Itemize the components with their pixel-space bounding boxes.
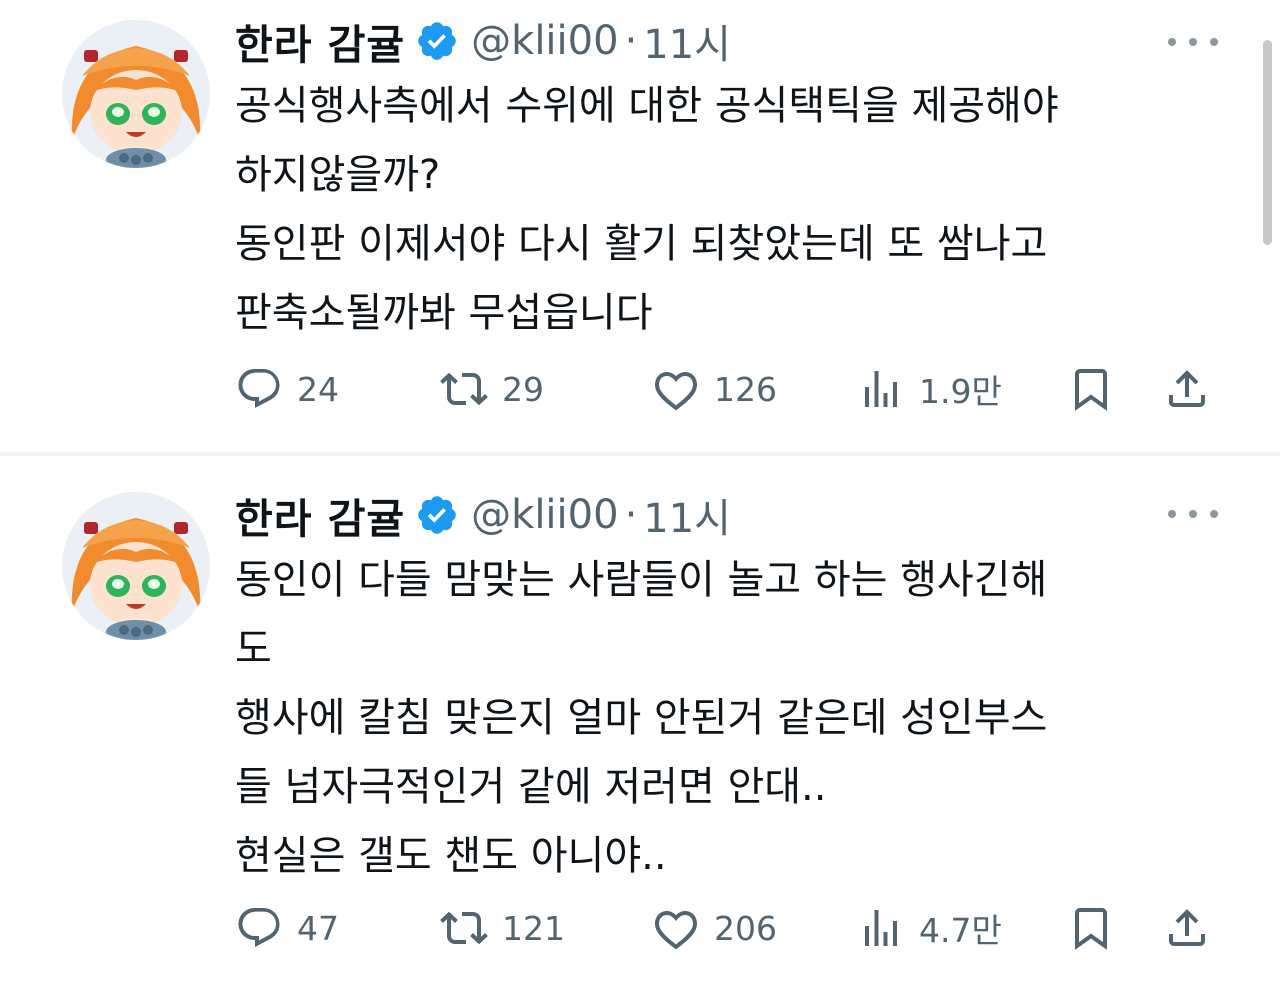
retweet-button[interactable]: 121 (440, 900, 565, 956)
avatar[interactable] (62, 492, 210, 640)
user-handle[interactable]: @klii00 (471, 18, 618, 64)
verified-badge-icon (418, 496, 456, 534)
tweet[interactable]: 한라 감귤 @klii00 · 11시 공식행사측에서 수위에 대한 공식택틱을… (0, 0, 1280, 452)
retweet-arrows-icon (440, 372, 488, 406)
tweet-text-line: 공식행사측에서 수위에 대한 공식택틱을 제공해야 (235, 83, 1059, 129)
reply-count: 24 (297, 369, 339, 409)
tweet-text-line: 도 (235, 626, 272, 672)
retweet-arrows-icon (440, 911, 488, 945)
tweet-text: 동인이 다들 맘맞는 사람들이 놀고 하는 행사긴해 도 행사에 칼침 맞은지 … (235, 546, 1225, 891)
bookmark-icon (1075, 908, 1107, 950)
tweet-text-line: 들 넘자극적인거 같에 저러면 안대.. (235, 764, 827, 810)
tweet[interactable]: 한라 감귤 @klii00 · 11시 동인이 다들 맘맞는 사람들이 놀고 하… (0, 456, 1280, 991)
like-count: 126 (714, 369, 777, 409)
bookmark-button[interactable] (1067, 900, 1115, 956)
bookmark-button[interactable] (1067, 361, 1115, 417)
share-upload-icon (1169, 370, 1205, 407)
like-button[interactable]: 206 (652, 900, 777, 956)
retweet-count: 29 (502, 369, 544, 409)
share-button[interactable] (1163, 900, 1211, 956)
retweet-count: 121 (502, 908, 565, 948)
share-upload-icon (1169, 909, 1205, 946)
tweet-text: 공식행사측에서 수위에 대한 공식택틱을 제공해야 하지않을까? 동인판 이제서… (235, 72, 1225, 348)
display-name[interactable]: 한라 감귤 (235, 485, 405, 545)
timestamp[interactable]: 11시 (643, 486, 731, 544)
tweet-header: 한라 감귤 @klii00 · 11시 (235, 12, 731, 70)
tweet-actions: 24 29 126 1.9만 (235, 361, 1225, 417)
tweet-text-line: 하지않을까? (235, 152, 441, 198)
reply-count: 47 (297, 908, 339, 948)
user-handle[interactable]: @klii00 (471, 492, 618, 538)
views-button[interactable]: 4.7만 (857, 900, 1002, 956)
bar-chart-icon (865, 371, 897, 407)
separator-dot: · (624, 492, 638, 538)
display-name[interactable]: 한라 감귤 (235, 11, 405, 71)
scrollbar-thumb[interactable] (1263, 40, 1272, 245)
verified-badge-icon (418, 22, 456, 60)
like-count: 206 (714, 908, 777, 948)
more-horizontal-icon[interactable] (1168, 28, 1218, 56)
tweet-actions: 47 121 206 4.7만 (235, 900, 1225, 956)
reply-button[interactable]: 24 (235, 361, 339, 417)
more-horizontal-icon[interactable] (1168, 500, 1218, 528)
tweet-text-line: 동인판 이제서야 다시 활기 되찾았는데 또 쌈나고 (235, 221, 1048, 267)
timestamp[interactable]: 11시 (643, 12, 731, 70)
tweet-text-line: 동인이 다들 맘맞는 사람들이 놀고 하는 행사긴해 (235, 557, 1048, 603)
like-button[interactable]: 126 (652, 361, 777, 417)
tweet-text-line: 현실은 갤도 챈도 아니야.. (235, 833, 667, 879)
retweet-button[interactable]: 29 (440, 361, 544, 417)
bookmark-icon (1075, 369, 1107, 411)
tweet-text-line: 행사에 칼침 맞은지 얼마 안된거 같은데 성인부스 (235, 695, 1048, 741)
views-button[interactable]: 1.9만 (857, 361, 1002, 417)
reply-button[interactable]: 47 (235, 900, 339, 956)
views-count: 4.7만 (919, 911, 1002, 950)
reply-bubble-icon (238, 908, 280, 947)
reply-bubble-icon (238, 369, 280, 408)
separator-dot: · (624, 18, 638, 64)
tweet-text-line: 판축소될까봐 무섭읍니다 (235, 290, 653, 336)
avatar[interactable] (62, 20, 210, 168)
heart-icon (655, 371, 697, 411)
heart-icon (655, 910, 697, 950)
views-count: 1.9만 (919, 372, 1002, 411)
tweet-header: 한라 감귤 @klii00 · 11시 (235, 486, 731, 544)
share-button[interactable] (1163, 361, 1211, 417)
bar-chart-icon (865, 910, 897, 946)
